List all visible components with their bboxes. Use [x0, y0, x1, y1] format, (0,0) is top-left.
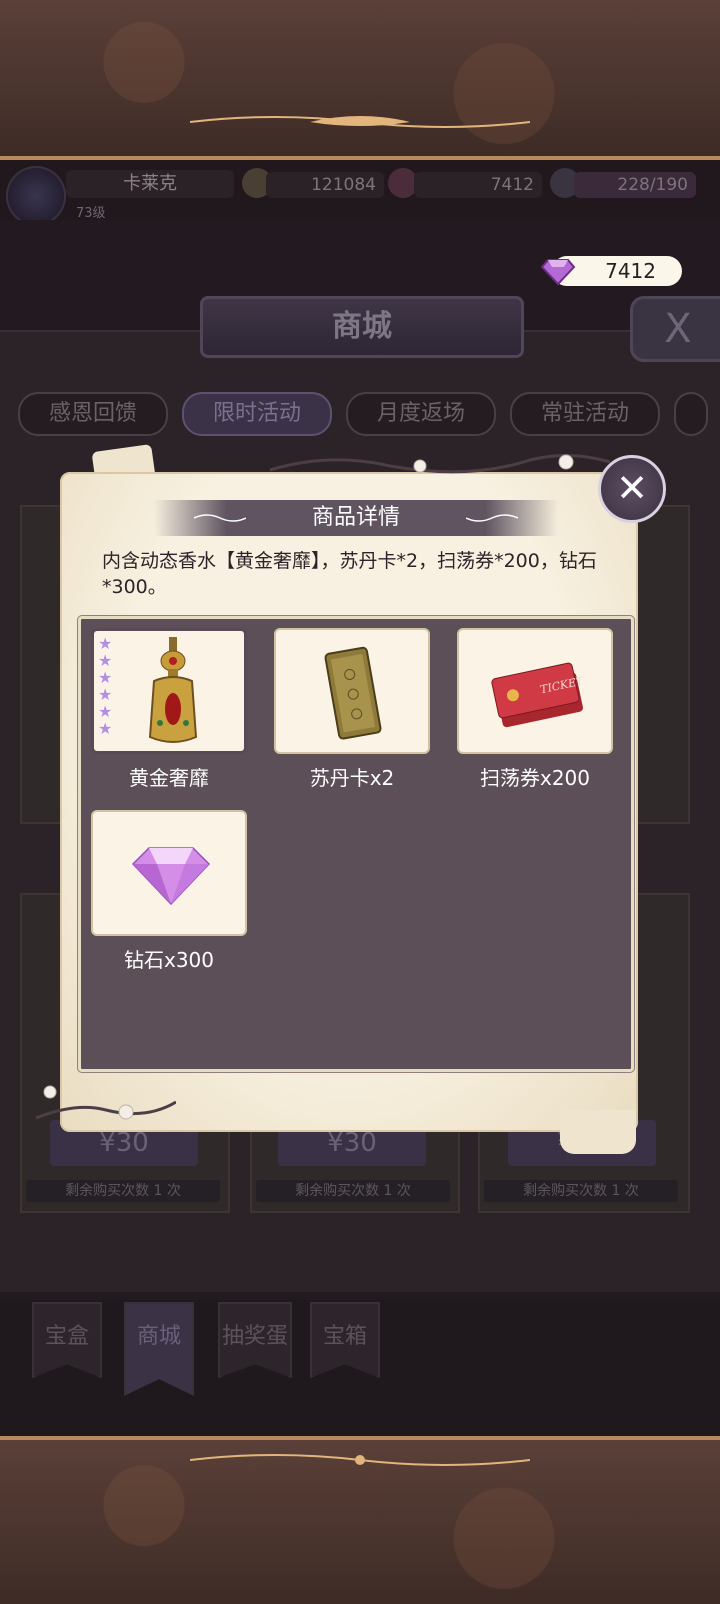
sultan-card-icon — [324, 646, 382, 740]
player-level: 73级 — [76, 206, 106, 221]
tab-permanent-event[interactable]: 常驻活动 — [510, 392, 660, 436]
tab-more[interactable] — [674, 392, 708, 436]
item-slot: ★ ★ ★ ★ ★ ★ — [91, 628, 247, 754]
remaining-purchases: 剩余购买次数 1 次 — [484, 1180, 678, 1202]
gem-counter-diamond-icon — [540, 259, 576, 286]
star-icon: ★ — [98, 702, 113, 721]
ticket-icon: TICKET — [491, 662, 585, 728]
rose-vine-ornament — [270, 454, 610, 474]
dialog-title-text: 商品详情 — [311, 505, 400, 530]
star-icon: ★ — [98, 719, 113, 738]
gold-amount: 121084 — [266, 172, 384, 198]
dialog-title: 商品详情 — [154, 500, 558, 536]
item-description: 内含动态香水【黄金奢靡】，苏丹卡*2，扫荡券*200，钻石*300。 — [102, 550, 597, 598]
tab-monthly-rerun[interactable]: 月度返场 — [346, 392, 496, 436]
item-label: 苏丹卡x2 — [309, 766, 395, 790]
parchment-curl — [560, 1110, 636, 1154]
item-label: 扫荡券x200 — [479, 766, 590, 790]
item-slot: TICKET — [457, 628, 613, 754]
item-slot — [91, 810, 247, 936]
tab-thanksgiving[interactable]: 感恩回馈 — [18, 392, 168, 436]
rarity-stars: ★ ★ ★ ★ ★ ★ — [98, 635, 114, 737]
tab-limited-event[interactable]: 限时活动 — [182, 392, 332, 436]
top-frame-band — [0, 0, 720, 160]
diamond-icon — [131, 847, 211, 906]
golden-perfume-bottle-icon — [148, 637, 198, 743]
title-ornament-right — [466, 514, 518, 522]
top-flourish-ornament — [190, 116, 530, 128]
rose-vine-ornament — [36, 1085, 176, 1120]
bottom-frame-band — [0, 1436, 720, 1604]
title-ornament-left — [194, 514, 246, 522]
star-icon: ★ — [98, 668, 113, 687]
bottom-flourish-ornament — [190, 1454, 530, 1466]
remaining-purchases: 剩余购买次数 1 次 — [256, 1180, 450, 1202]
reward-item-diamond[interactable]: 钻石x300 — [91, 810, 247, 973]
stamina-amount: 228/190 — [574, 172, 696, 198]
gem-counter-value: 7412 — [605, 259, 656, 283]
item-slot — [274, 628, 430, 754]
player-avatar[interactable] — [6, 166, 66, 226]
diamond-amount: 7412 — [414, 172, 542, 198]
shop-title: 商城 — [200, 296, 524, 358]
star-icon: ★ — [98, 634, 113, 653]
reward-item-perfume[interactable]: ★ ★ ★ ★ ★ ★ 黄金奢靡 — [91, 628, 247, 791]
item-label: 钻石x300 — [123, 948, 214, 972]
remaining-purchases: 剩余购买次数 1 次 — [26, 1180, 220, 1202]
item-label: 黄金奢靡 — [129, 766, 209, 790]
star-icon: ★ — [98, 685, 113, 704]
shop-close-button[interactable]: X — [630, 296, 720, 362]
reward-item-sweep-ticket[interactable]: TICKET 扫荡券x200 — [457, 628, 613, 791]
dialog-close-button[interactable]: ✕ — [598, 455, 666, 523]
star-icon: ★ — [98, 651, 113, 670]
reward-item-sultan-card[interactable]: 苏丹卡x2 — [274, 628, 430, 791]
player-name: 卡莱克 — [66, 170, 234, 198]
